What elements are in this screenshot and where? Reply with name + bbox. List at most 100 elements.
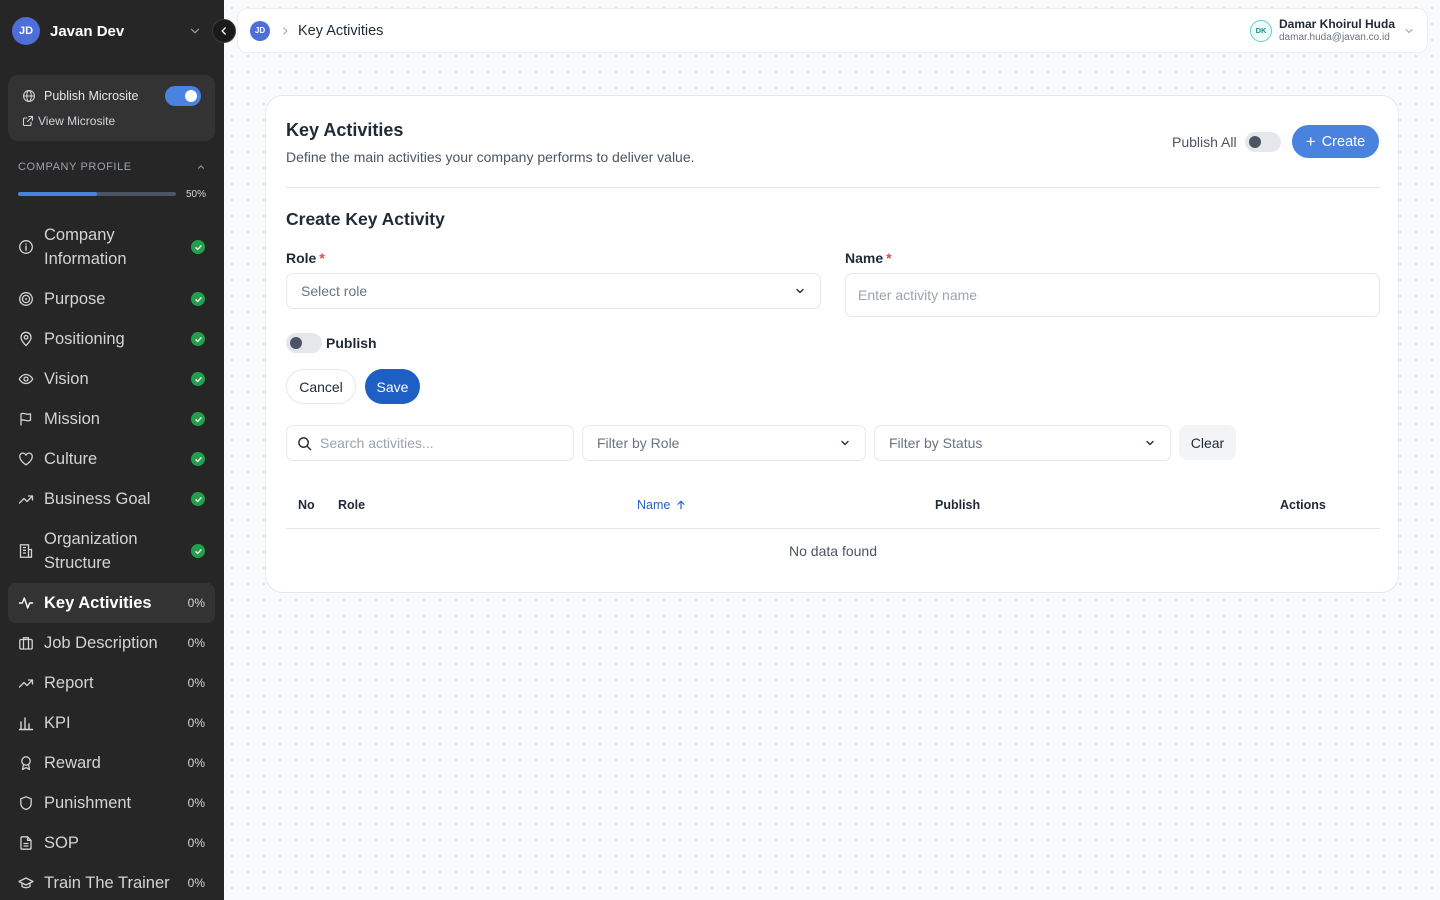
cancel-button[interactable]: Cancel	[286, 369, 356, 404]
sidebar-item-status: 0%	[187, 836, 205, 850]
sidebar-item-kpi[interactable]: KPI 0%	[8, 708, 215, 738]
sidebar-item-punishment[interactable]: Punishment 0%	[8, 788, 215, 818]
external-link-icon	[22, 115, 34, 127]
workspace-name: Javan Dev	[50, 22, 125, 40]
table-header-divider	[286, 528, 1380, 529]
clear-filters-button[interactable]: Clear	[1179, 425, 1236, 460]
column-header-role[interactable]: Role	[338, 498, 365, 512]
chevron-down-icon	[796, 288, 804, 294]
publish-microsite-toggle[interactable]	[165, 86, 201, 106]
search-field[interactable]	[286, 425, 574, 461]
workspace-switcher[interactable]: JD Javan Dev	[0, 0, 224, 62]
publish-all-label: Publish All	[1172, 134, 1237, 150]
trending-up-icon	[18, 679, 34, 688]
role-field-label: Role *	[286, 250, 325, 266]
role-select-placeholder: Select role	[301, 283, 368, 299]
shield-icon	[20, 796, 32, 811]
heart-icon	[19, 452, 33, 466]
publish-toggle[interactable]	[286, 333, 322, 353]
sidebar-item-label: Punishment	[44, 794, 132, 812]
sidebar-item-job-description[interactable]: Job Description 0%	[8, 628, 215, 658]
name-field-label: Name *	[845, 250, 892, 266]
check-circle-icon	[191, 452, 205, 466]
create-button-label: Create	[1321, 133, 1366, 150]
progress-fill	[18, 192, 97, 196]
user-menu[interactable]: DK Damar Khoirul Huda damar.huda@javan.c…	[1249, 16, 1415, 44]
sidebar-item-label: Train The Trainer	[44, 874, 170, 892]
sidebar-item-label: SOP	[44, 834, 79, 852]
sidebar-item-organization-structure[interactable]: Organization Structure	[8, 526, 215, 576]
create-button[interactable]: + Create	[1292, 125, 1379, 158]
chevron-left-icon	[221, 27, 226, 35]
sidebar-item-vision[interactable]: Vision	[8, 364, 215, 394]
activity-name-input[interactable]	[845, 273, 1380, 317]
check-circle-icon	[191, 492, 205, 506]
filter-role-select[interactable]: Filter by Role	[582, 425, 866, 461]
check-circle-icon	[191, 544, 205, 558]
check-circle-icon	[191, 372, 205, 386]
sidebar-item-status: 0%	[187, 596, 205, 610]
publish-all-toggle[interactable]	[1244, 132, 1281, 152]
view-microsite-label: View Microsite	[38, 114, 116, 128]
breadcrumb-current: Key Activities	[298, 22, 384, 39]
sidebar-item-label: Business Goal	[44, 490, 151, 508]
user-email: damar.huda@javan.co.id	[1278, 31, 1390, 43]
progress-percent: 50%	[185, 188, 206, 200]
sidebar-item-label: Report	[44, 674, 94, 692]
check-circle-icon	[191, 292, 205, 306]
sidebar-item-train-the-trainer[interactable]: Train The Trainer 0%	[8, 868, 215, 898]
sidebar-item-label: Company Information	[44, 226, 127, 268]
sidebar-item-label: KPI	[44, 714, 71, 732]
sidebar-item-company-information[interactable]: Company Information	[8, 222, 215, 272]
filter-status-select[interactable]: Filter by Status	[874, 425, 1171, 461]
sidebar-item-report[interactable]: Report 0%	[8, 668, 215, 698]
sidebar-item-label: Positioning	[44, 330, 125, 348]
plus-icon: +	[1305, 132, 1316, 151]
header-divider	[286, 187, 1380, 188]
column-header-name[interactable]: Name	[637, 498, 687, 512]
column-header-publish[interactable]: Publish	[935, 498, 980, 512]
sidebar-item-purpose[interactable]: Purpose	[8, 284, 215, 314]
save-button[interactable]: Save	[365, 369, 420, 404]
sidebar-item-reward[interactable]: Reward 0%	[8, 748, 215, 778]
column-header-no: No	[298, 498, 315, 512]
company-profile-section-toggle[interactable]: COMPANY PROFILE	[18, 161, 206, 173]
sidebar-item-sop[interactable]: SOP 0%	[8, 828, 215, 858]
page-subtitle: Define the main activities your company …	[286, 149, 695, 165]
chevron-down-icon	[841, 440, 849, 446]
search-input[interactable]	[320, 435, 560, 451]
sidebar-item-label: Purpose	[44, 290, 106, 308]
user-avatar: DK	[1249, 19, 1272, 42]
chevron-down-icon	[1146, 440, 1154, 446]
sidebar: JD Javan Dev Publish Microsite View Micr…	[0, 0, 224, 900]
eye-icon	[18, 373, 34, 385]
activity-icon	[18, 597, 34, 609]
role-select[interactable]: Select role	[286, 273, 821, 309]
empty-state-message: No data found	[789, 543, 877, 559]
sidebar-item-status: 0%	[187, 796, 205, 810]
sidebar-item-label: Vision	[44, 370, 89, 388]
sidebar-item-key-activities[interactable]: Key Activities 0%	[8, 583, 215, 623]
user-name: Damar Khoirul Huda	[1278, 16, 1395, 31]
breadcrumb-workspace-avatar[interactable]: JD	[250, 20, 270, 41]
sidebar-item-status: 0%	[187, 876, 205, 890]
collapse-sidebar-button[interactable]	[212, 19, 236, 43]
sidebar-item-business-goal[interactable]: Business Goal	[8, 484, 215, 514]
sidebar-item-culture[interactable]: Culture	[8, 444, 215, 474]
arrow-up-icon	[677, 500, 685, 510]
info-icon	[19, 240, 33, 254]
filter-status-placeholder: Filter by Status	[889, 435, 983, 451]
search-icon	[298, 436, 312, 450]
map-pin-icon	[20, 331, 32, 347]
briefcase-icon	[19, 637, 33, 650]
chevron-up-icon	[198, 165, 204, 169]
required-mark: *	[319, 250, 325, 266]
trending-up-icon	[18, 495, 34, 504]
sidebar-item-status: 0%	[187, 756, 205, 770]
sidebar-item-label: Culture	[44, 450, 98, 468]
view-microsite-link[interactable]: View Microsite	[22, 113, 201, 129]
sidebar-item-mission[interactable]: Mission	[8, 404, 215, 434]
sidebar-item-positioning[interactable]: Positioning	[8, 324, 215, 354]
chevron-down-icon	[1405, 28, 1413, 33]
publish-microsite-label: Publish Microsite	[44, 89, 139, 103]
